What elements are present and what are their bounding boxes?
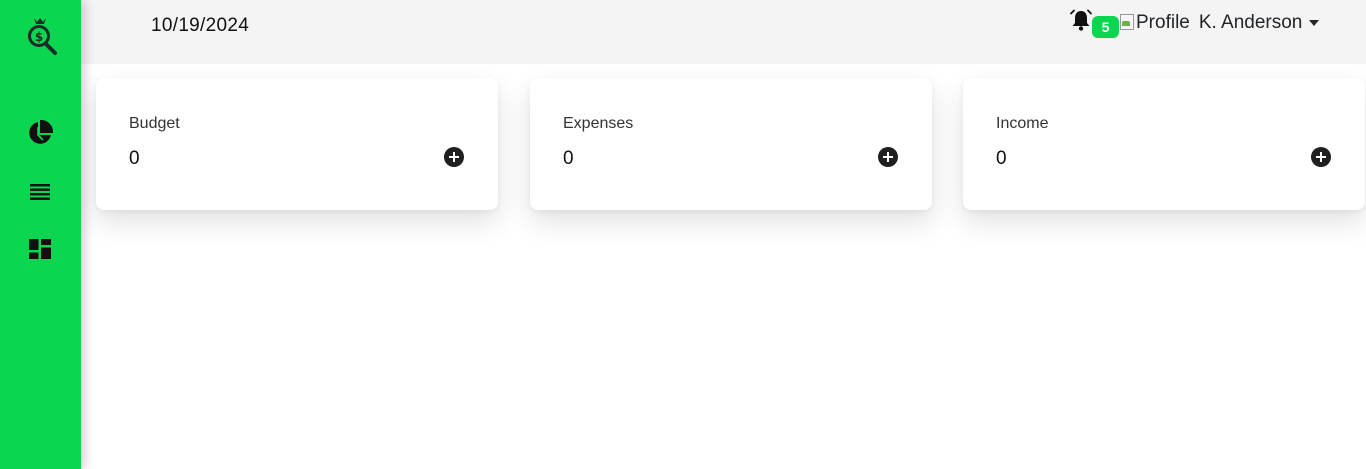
top-bar: 10/19/2024 5 Profile K. Anderson <box>81 0 1366 64</box>
budget-label: Budget <box>129 115 180 132</box>
expenses-label: Expenses <box>563 115 634 132</box>
sidebar-item-list[interactable] <box>26 178 54 206</box>
svg-text:$: $ <box>35 30 43 44</box>
list-icon <box>29 183 51 201</box>
income-label: Income <box>996 115 1049 132</box>
plus-circle-icon <box>878 147 898 167</box>
profile-image-alt: Profile <box>1136 12 1190 33</box>
add-expense-button[interactable] <box>878 147 898 167</box>
money-bag-search-icon[interactable]: $ <box>22 14 60 56</box>
profile-menu[interactable]: Profile K. Anderson <box>1119 12 1320 38</box>
dashboard-icon <box>28 238 52 260</box>
sidebar-item-pie-chart[interactable] <box>26 119 54 147</box>
pie-chart-icon <box>27 120 53 146</box>
bell-icon[interactable] <box>1069 9 1093 33</box>
plus-circle-icon <box>1311 147 1331 167</box>
budget-card: Budget 0 <box>96 78 498 210</box>
expenses-card: Expenses 0 <box>530 78 932 210</box>
sidebar: $ <box>0 0 81 469</box>
current-date: 10/19/2024 <box>151 15 250 36</box>
add-budget-button[interactable] <box>444 147 464 167</box>
income-value: 0 <box>996 148 1007 169</box>
income-card: Income 0 <box>963 78 1365 210</box>
user-name: K. Anderson <box>1198 12 1303 33</box>
notification-badge: 5 <box>1092 16 1119 38</box>
add-income-button[interactable] <box>1311 147 1331 167</box>
expenses-value: 0 <box>563 148 574 169</box>
budget-value: 0 <box>129 148 140 169</box>
plus-circle-icon <box>444 147 464 167</box>
caret-down-icon <box>1309 20 1320 26</box>
profile-image-icon <box>1119 12 1135 30</box>
sidebar-item-dashboard[interactable] <box>26 235 54 263</box>
